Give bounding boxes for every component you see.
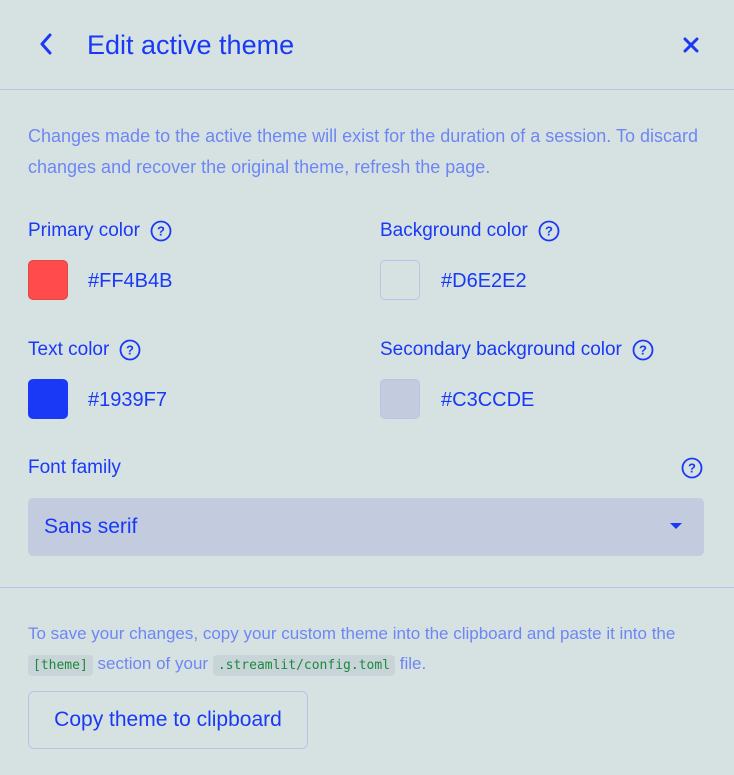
primary-color-label: Primary color ? <box>28 218 172 244</box>
chevron-down-icon <box>670 523 682 529</box>
config-file-code: .streamlit/config.toml <box>212 655 395 676</box>
text-color-value: #1939F7 <box>88 389 167 411</box>
secondary-background-color-label-text: Secondary background color <box>380 339 622 360</box>
font-family-selected-value: Sans serif <box>44 515 138 538</box>
close-button[interactable] <box>676 30 706 60</box>
background-color-swatch[interactable] <box>380 260 420 300</box>
primary-color-label-text: Primary color <box>28 220 140 241</box>
save-instructions-text: To save your changes, copy your custom t… <box>28 624 676 643</box>
edit-theme-panel: Edit active theme Changes made to the ac… <box>0 0 734 775</box>
font-family-label: Font family <box>28 457 121 478</box>
svg-text:?: ? <box>545 224 553 239</box>
text-color-label-text: Text color <box>28 339 110 360</box>
svg-text:?: ? <box>126 343 134 358</box>
font-family-select[interactable]: Sans serif <box>28 498 704 556</box>
chevron-left-icon <box>40 33 52 55</box>
background-color-label: Background color ? <box>380 218 560 244</box>
section-divider <box>0 587 734 588</box>
panel-header: Edit active theme <box>0 0 734 90</box>
svg-text:?: ? <box>688 461 696 476</box>
svg-text:?: ? <box>639 343 647 358</box>
help-icon[interactable]: ? <box>150 220 172 242</box>
help-icon[interactable]: ? <box>632 339 654 361</box>
help-icon[interactable]: ? <box>538 220 560 242</box>
text-color-swatch[interactable] <box>28 379 68 419</box>
copy-theme-button[interactable]: Copy theme to clipboard <box>28 691 308 749</box>
save-instructions-text: section of your <box>92 654 213 673</box>
back-button[interactable] <box>30 28 62 60</box>
help-icon[interactable]: ? <box>119 339 141 361</box>
secondary-background-color-label: Secondary background color ? <box>380 337 654 363</box>
background-color-value: #D6E2E2 <box>441 270 527 292</box>
intro-text: Changes made to the active theme will ex… <box>28 126 699 177</box>
help-icon[interactable]: ? <box>681 457 703 479</box>
text-color-label: Text color ? <box>28 337 141 363</box>
theme-section-code: [theme] <box>28 655 93 676</box>
primary-color-swatch[interactable] <box>28 260 68 300</box>
save-instructions-text: file. <box>395 654 427 673</box>
background-color-label-text: Background color <box>380 220 528 241</box>
secondary-background-color-swatch[interactable] <box>380 379 420 419</box>
save-instructions: To save your changes, copy your custom t… <box>28 619 708 681</box>
svg-text:?: ? <box>157 224 165 239</box>
primary-color-value: #FF4B4B <box>88 270 173 292</box>
close-icon <box>683 37 699 53</box>
panel-title: Edit active theme <box>87 30 295 60</box>
secondary-background-color-value: #C3CCDE <box>441 389 535 411</box>
